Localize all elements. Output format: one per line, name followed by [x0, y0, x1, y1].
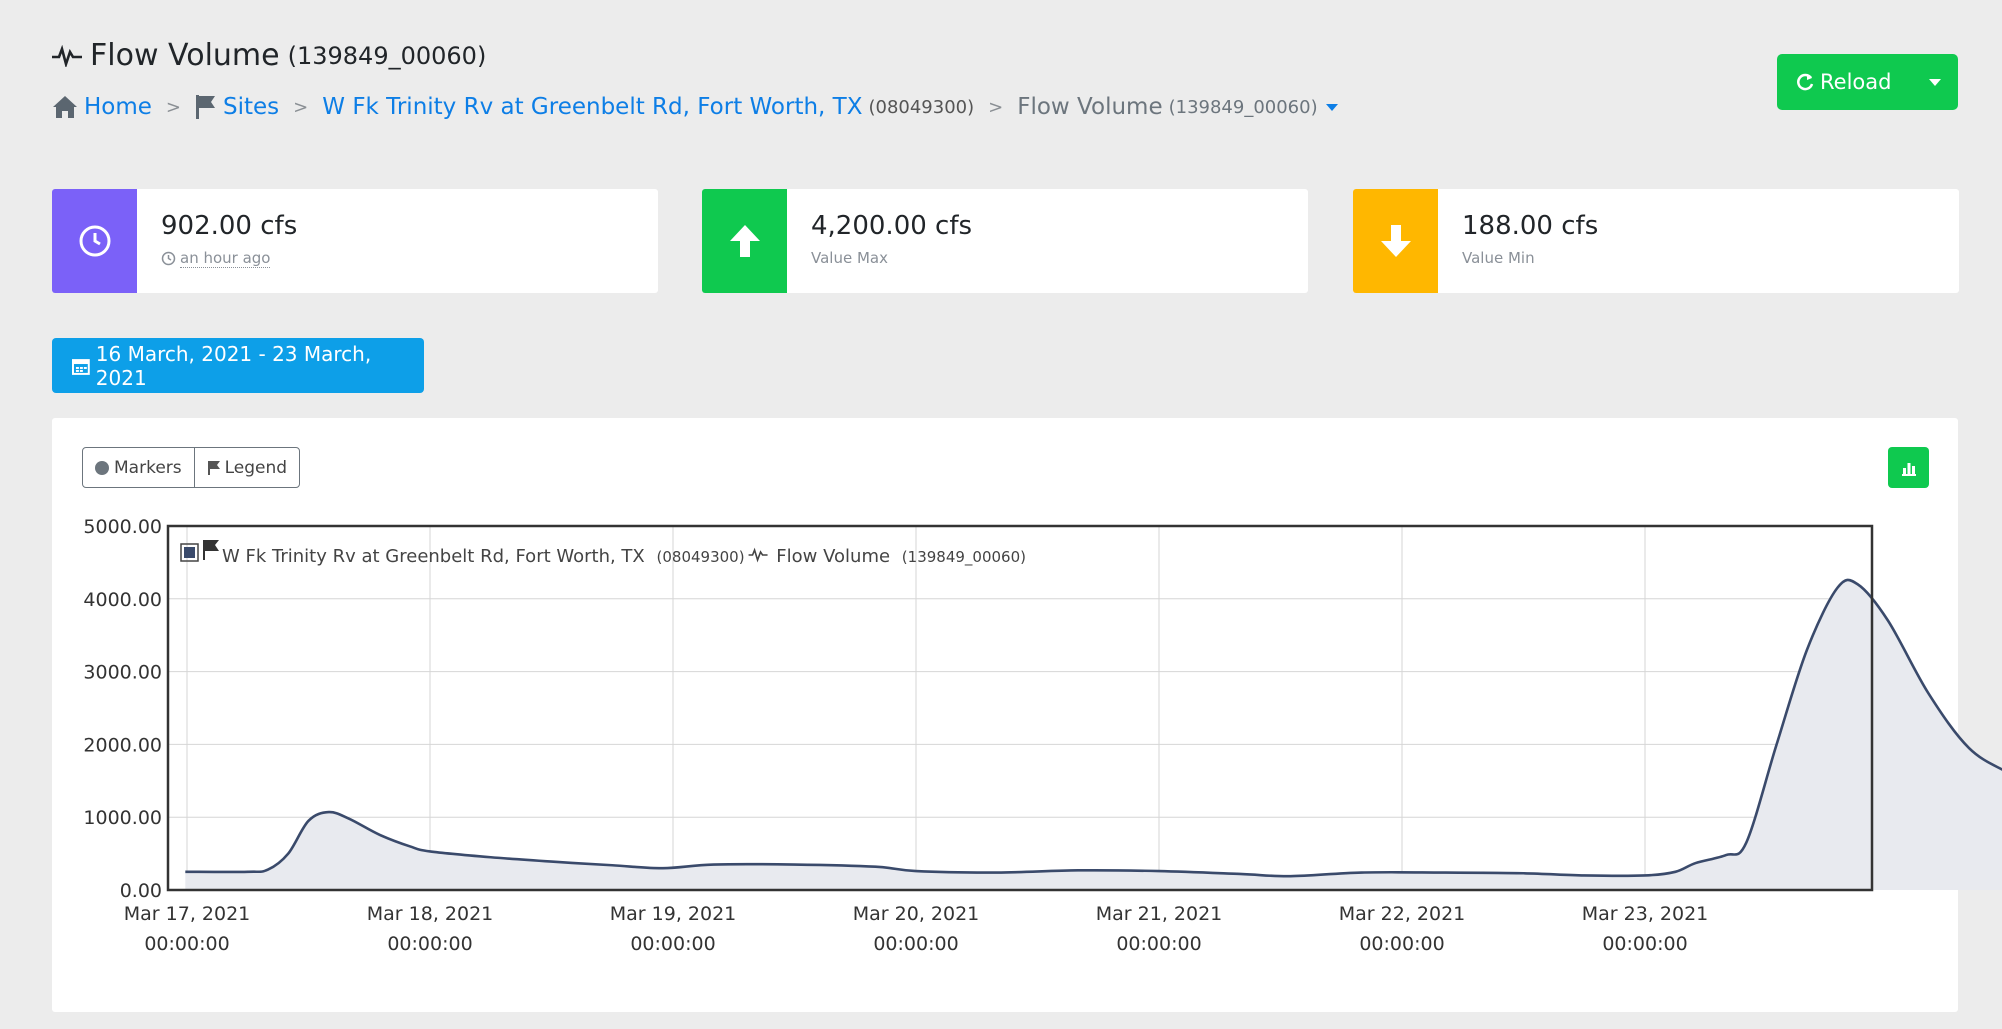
y-tick-label: 1000.00: [83, 807, 162, 829]
chart-legend[interactable]: W Fk Trinity Rv at Greenbelt Rd, Fort Wo…: [180, 540, 1026, 567]
chart-grid: [168, 525, 1872, 891]
pulse-icon: [748, 547, 768, 563]
x-tick-date: Mar 21, 2021: [1096, 903, 1223, 925]
flow-area: [185, 579, 2002, 890]
legend-site: W Fk Trinity Rv at Greenbelt Rd, Fort Wo…: [222, 546, 645, 567]
x-tick-time: 00:00:00: [1359, 933, 1444, 955]
x-tick-time: 00:00:00: [387, 933, 472, 955]
x-tick-date: Mar 19, 2021: [610, 903, 737, 925]
flow-line: [185, 578, 2002, 878]
y-axis: 0.00 1000.00 2000.00 3000.00 4000.00 5000.00: [83, 516, 162, 902]
y-tick-label: 2000.00: [83, 734, 162, 756]
x-tick-time: 00:00:00: [873, 933, 958, 955]
legend-param-code: (139849_00060): [902, 548, 1026, 567]
flow-volume-chart: 0.001000.002000.003000.004000.005000.00 …: [83, 516, 2002, 955]
x-axis: Mar 17, 2021 00:00:00 Mar 18, 2021 00:00:00…: [124, 903, 1709, 955]
legend-param: Flow Volume: [776, 546, 890, 567]
y-tick-label: 0.00: [120, 880, 162, 902]
x-tick-date: Mar 22, 2021: [1339, 903, 1466, 925]
legend-text: W Fk Trinity Rv at Greenbelt Rd, Fort Wo…: [222, 546, 1026, 567]
x-tick-date: Mar 20, 2021: [853, 903, 980, 925]
x-tick-date: Mar 18, 2021: [367, 903, 494, 925]
x-tick-time: 00:00:00: [1116, 933, 1201, 955]
y-tick-label: 5000.00: [83, 516, 162, 538]
y-tick-label: 3000.00: [83, 662, 162, 684]
x-tick-time: 00:00:00: [630, 933, 715, 955]
flag-icon: [203, 540, 219, 560]
plot-frame: [166, 524, 1874, 892]
x-tick-time: 00:00:00: [144, 933, 229, 955]
x-tick-date: Mar 17, 2021: [124, 903, 251, 925]
y-tick-label: 4000.00: [83, 589, 162, 611]
legend-site-code: (08049300): [657, 548, 745, 566]
x-tick-time: 00:00:00: [1602, 933, 1687, 955]
legend-swatch-fill: [184, 547, 195, 558]
x-tick-date: Mar 23, 2021: [1582, 903, 1709, 925]
